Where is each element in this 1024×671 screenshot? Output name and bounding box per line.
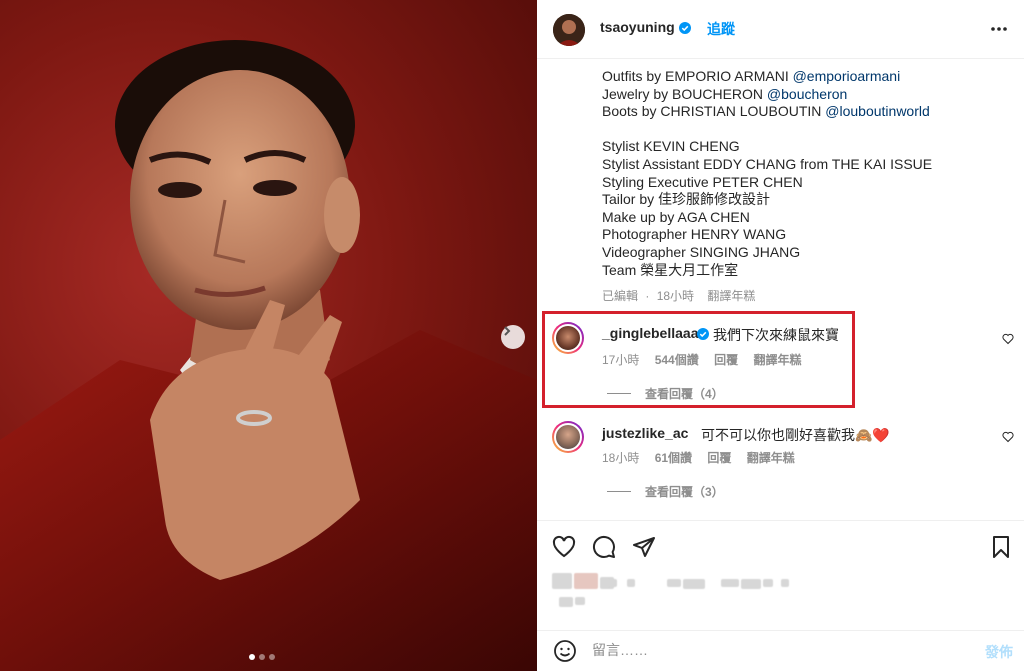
- credit-line: Photographer HENRY WANG: [602, 226, 787, 243]
- comment-meta: 17小時 544個讚 回覆 翻譯年糕: [602, 351, 813, 368]
- comment-username[interactable]: _ginglebellaaa: [602, 325, 698, 341]
- credit-line: Videographer SINGING JHANG: [602, 243, 801, 260]
- credit-line: Stylist KEVIN CHENG: [602, 138, 740, 155]
- add-comment-bar: 發佈: [537, 630, 1024, 671]
- reply-button[interactable]: 回覆: [714, 353, 738, 367]
- commenter-avatar[interactable]: [552, 421, 584, 453]
- share-icon[interactable]: [632, 535, 656, 559]
- heart-icon[interactable]: [1002, 431, 1014, 443]
- credit-line: Styling Executive PETER CHEN: [602, 173, 803, 190]
- heart-icon[interactable]: [1002, 333, 1014, 345]
- comment-likes[interactable]: 61個讚: [655, 451, 692, 465]
- comment-text: 可不可以你也剛好喜歡我🙈❤️: [701, 427, 890, 443]
- author-username[interactable]: tsaoyuning: [600, 19, 675, 35]
- view-replies-button[interactable]: 查看回覆（4）: [607, 385, 724, 402]
- blurred-likes: [552, 573, 614, 589]
- emoji-icon[interactable]: [553, 639, 577, 663]
- portrait-image: [0, 40, 537, 671]
- post-actions: [537, 520, 1024, 630]
- carousel-dot: [249, 654, 255, 660]
- comment-meta: 18小時 61個讚 回覆 翻譯年糕: [602, 449, 807, 466]
- follow-button[interactable]: 追蹤: [707, 19, 735, 39]
- credit-line: Make up by AGA CHEN: [602, 208, 750, 225]
- heart-icon[interactable]: [552, 535, 576, 559]
- verified-badge-icon: [679, 22, 691, 34]
- mention-link[interactable]: @boucheron: [767, 86, 847, 102]
- mention-link[interactable]: @louboutinworld: [825, 103, 930, 119]
- comment-time[interactable]: 17小時: [602, 353, 639, 367]
- post-header: tsaoyuning 追蹤: [537, 0, 1024, 59]
- comment-likes[interactable]: 544個讚: [655, 353, 699, 367]
- blurred-likes: [559, 597, 585, 607]
- mention-link[interactable]: @emporioarmani: [793, 68, 901, 84]
- blurred-likes: [609, 579, 789, 589]
- post-caption: Outfits by EMPORIO ARMANI @emporioarmani…: [602, 68, 1002, 279]
- comment-username[interactable]: justezlike_ac: [602, 425, 688, 441]
- post-photo: [0, 0, 537, 671]
- edited-label: 已編輯: [602, 289, 639, 303]
- reply-button[interactable]: 回覆: [707, 451, 731, 465]
- comment-input[interactable]: [592, 639, 972, 661]
- view-replies-button[interactable]: 查看回覆（3）: [607, 483, 724, 500]
- bookmark-icon[interactable]: [989, 535, 1013, 559]
- caption-line: Outfits by EMPORIO ARMANI @emporioarmani: [602, 68, 901, 84]
- post-comment-button[interactable]: 發佈: [985, 642, 1013, 662]
- verified-badge-icon: [697, 328, 709, 340]
- carousel-dot: [269, 654, 275, 660]
- author-avatar[interactable]: [553, 14, 585, 46]
- translate-link[interactable]: 翻譯年糕: [747, 451, 795, 465]
- comment-icon[interactable]: [592, 535, 616, 559]
- chevron-right-icon: [504, 326, 511, 336]
- caption-meta: 已編輯 · 18小時 翻譯年糕: [602, 289, 756, 303]
- post-detail-panel: tsaoyuning 追蹤 Outfits by EMPORIO ARMANI …: [537, 0, 1024, 671]
- caption-line: Jewelry by BOUCHERON @boucheron: [602, 85, 848, 102]
- comment-text: 我們下次來練鼠來寶: [713, 327, 839, 343]
- carousel-indicator: [249, 654, 275, 660]
- credit-line: Team 榮星大月工作室: [602, 261, 739, 278]
- translate-link[interactable]: 翻譯年糕: [707, 289, 755, 303]
- credit-line: Stylist Assistant EDDY CHANG from THE KA…: [602, 155, 933, 172]
- credit-line: Tailor by 佳珍服飾修改設計: [602, 191, 771, 208]
- commenter-avatar[interactable]: [552, 322, 584, 354]
- comment-time[interactable]: 18小時: [602, 451, 639, 465]
- next-photo-button[interactable]: [501, 325, 525, 349]
- translate-link[interactable]: 翻譯年糕: [753, 353, 801, 367]
- carousel-dot: [259, 654, 265, 660]
- caption-time: 18小時: [656, 289, 695, 303]
- caption-line: Boots by CHRISTIAN LOUBOUTIN @louboutinw…: [602, 103, 930, 120]
- more-options-icon[interactable]: [989, 19, 1009, 39]
